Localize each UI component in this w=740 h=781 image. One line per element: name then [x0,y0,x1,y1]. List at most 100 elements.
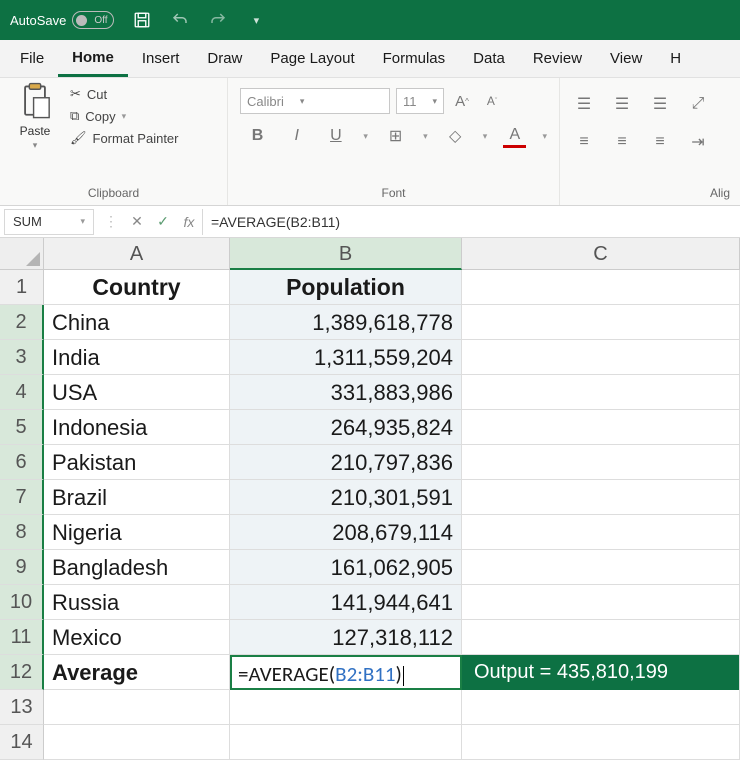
cell-B12[interactable]: =AVERAGE(B2:B11) [230,655,462,690]
tab-insert[interactable]: Insert [128,40,194,77]
cell-B11[interactable]: 127,318,112 [230,620,462,655]
customize-icon[interactable]: ▾ [246,10,266,30]
tab-view[interactable]: View [596,40,656,77]
cell-B8[interactable]: 208,679,114 [230,515,462,550]
autosave-toggle[interactable]: AutoSave Off [10,11,114,29]
cell-B7[interactable]: 210,301,591 [230,480,462,515]
cell-A8[interactable]: Nigeria [44,515,230,550]
cell-C8[interactable] [462,515,740,550]
namebox-options-icon[interactable]: ⋮ [98,213,124,230]
cell-B3[interactable]: 1,311,559,204 [230,340,462,375]
cell-C10[interactable] [462,585,740,620]
italic-button[interactable]: I [285,124,308,148]
cell-B4[interactable]: 331,883,986 [230,375,462,410]
tab-review[interactable]: Review [519,40,596,77]
cell-A3[interactable]: India [44,340,230,375]
row-header-10[interactable]: 10 [0,585,44,620]
fill-color-icon[interactable]: ◇ [444,124,467,148]
cell-B9[interactable]: 161,062,905 [230,550,462,585]
cell-B14[interactable] [230,725,462,760]
column-header-A[interactable]: A [44,238,230,270]
align-center-icon[interactable]: ≡ [610,130,634,154]
tab-draw[interactable]: Draw [193,40,256,77]
toggle-switch[interactable]: Off [72,11,114,29]
font-color-icon[interactable]: A [503,124,526,148]
cell-A6[interactable]: Pakistan [44,445,230,480]
column-header-B[interactable]: B [230,238,462,270]
name-box[interactable]: SUM▾ [4,209,94,235]
cell-C14[interactable] [462,725,740,760]
cell-C3[interactable] [462,340,740,375]
cell-C4[interactable] [462,375,740,410]
fx-icon[interactable]: fx [176,214,202,230]
cell-B2[interactable]: 1,389,618,778 [230,305,462,340]
align-middle-icon[interactable]: ☰ [610,92,634,116]
cell-C7[interactable] [462,480,740,515]
font-name-dropdown[interactable]: Calibri▾ [240,88,390,114]
cell-A10[interactable]: Russia [44,585,230,620]
tab-data[interactable]: Data [459,40,519,77]
cell-A11[interactable]: Mexico [44,620,230,655]
underline-button[interactable]: U [324,124,347,148]
row-header-7[interactable]: 7 [0,480,44,515]
align-bottom-icon[interactable]: ☰ [648,92,672,116]
cell-C11[interactable] [462,620,740,655]
cell-C2[interactable] [462,305,740,340]
row-header-12[interactable]: 12 [0,655,44,690]
copy-button[interactable]: ⧉Copy ▾ [70,108,179,124]
row-header-9[interactable]: 9 [0,550,44,585]
enter-icon[interactable]: ✓ [150,213,176,230]
row-header-4[interactable]: 4 [0,375,44,410]
select-all-corner[interactable] [0,238,44,270]
font-size-dropdown[interactable]: 11▾ [396,88,444,114]
cut-button[interactable]: ✂Cut [70,86,179,102]
cell-C12[interactable]: Output = 435,810,199 [462,655,740,690]
increase-font-icon[interactable]: A^ [450,89,474,113]
cell-C13[interactable] [462,690,740,725]
row-header-8[interactable]: 8 [0,515,44,550]
row-header-11[interactable]: 11 [0,620,44,655]
decrease-font-icon[interactable]: Aˇ [480,89,504,113]
redo-icon[interactable] [208,10,228,30]
tab-formulas[interactable]: Formulas [369,40,460,77]
cell-A14[interactable] [44,725,230,760]
border-icon[interactable]: ⊞ [384,124,407,148]
cell-C5[interactable] [462,410,740,445]
cell-A1[interactable]: Country [44,270,230,305]
cell-A12[interactable]: Average [44,655,230,690]
cell-A9[interactable]: Bangladesh [44,550,230,585]
cell-A5[interactable]: Indonesia [44,410,230,445]
cancel-icon[interactable]: ✕ [124,213,150,230]
align-top-icon[interactable]: ☰ [572,92,596,116]
row-header-14[interactable]: 14 [0,725,44,760]
cell-B13[interactable] [230,690,462,725]
cell-A2[interactable]: China [44,305,230,340]
column-header-C[interactable]: C [462,238,740,270]
cell-A7[interactable]: Brazil [44,480,230,515]
formula-input[interactable]: =AVERAGE(B2:B11) [202,209,740,235]
tab-h[interactable]: H [656,40,695,77]
cell-C9[interactable] [462,550,740,585]
cell-A4[interactable]: USA [44,375,230,410]
cell-B6[interactable]: 210,797,836 [230,445,462,480]
tab-home[interactable]: Home [58,40,128,77]
row-header-3[interactable]: 3 [0,340,44,375]
tab-file[interactable]: File [6,40,58,77]
cell-C6[interactable] [462,445,740,480]
align-right-icon[interactable]: ≡ [648,130,672,154]
row-header-1[interactable]: 1 [0,270,44,305]
cell-B5[interactable]: 264,935,824 [230,410,462,445]
format-painter-button[interactable]: 🖌Format Painter [70,130,179,146]
row-header-13[interactable]: 13 [0,690,44,725]
orientation-icon[interactable]: ⤢ [686,92,710,116]
row-header-6[interactable]: 6 [0,445,44,480]
cell-C1[interactable] [462,270,740,305]
row-header-2[interactable]: 2 [0,305,44,340]
paste-button[interactable]: Paste ▾ [8,82,62,183]
cell-B1[interactable]: Population [230,270,462,305]
undo-icon[interactable] [170,10,190,30]
row-header-5[interactable]: 5 [0,410,44,445]
bold-button[interactable]: B [246,124,269,148]
tab-page-layout[interactable]: Page Layout [256,40,368,77]
indent-icon[interactable]: ⇥ [686,130,710,154]
